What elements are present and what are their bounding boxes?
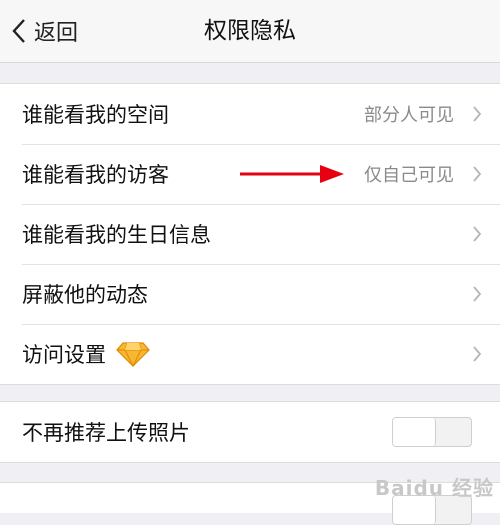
row-value: 部分人可见	[364, 105, 454, 126]
row-value: 仅自己可见	[364, 165, 454, 186]
row-label-text: 访问设置	[22, 343, 106, 367]
row-label: 屏蔽他的动态	[22, 283, 148, 307]
page-title: 权限隐私	[204, 18, 296, 44]
chevron-right-icon	[473, 286, 482, 302]
row-block-feed[interactable]: 屏蔽他的动态	[0, 264, 500, 324]
row-space-visibility[interactable]: 谁能看我的空间 部分人可见	[0, 84, 500, 144]
row-no-upload-recommend[interactable]: 不再推荐上传照片	[0, 402, 500, 462]
chevron-right-icon	[473, 226, 482, 242]
chevron-right-icon	[473, 346, 482, 362]
row-label: 谁能看我的空间	[22, 103, 169, 127]
nav-bar: 返回 权限隐私	[0, 0, 500, 63]
row-label: 谁能看我的生日信息	[22, 223, 211, 247]
chevron-right-icon	[473, 166, 482, 182]
toggle-switch[interactable]	[392, 417, 472, 447]
diamond-icon	[116, 342, 150, 367]
photo-settings-group: 不再推荐上传照片	[0, 401, 500, 463]
row-label: 不再推荐上传照片	[22, 421, 190, 445]
red-arrow-annotation	[240, 165, 344, 183]
privacy-settings-group: 谁能看我的空间 部分人可见 谁能看我的访客 仅自己可见 谁能看我的生日信息 屏蔽…	[0, 83, 500, 385]
watermark: Baidu 经验	[374, 476, 494, 500]
chevron-right-icon	[473, 106, 482, 122]
row-label: 谁能看我的访客	[22, 163, 169, 187]
row-birthday-visibility[interactable]: 谁能看我的生日信息	[0, 204, 500, 264]
row-access-settings[interactable]: 访问设置	[0, 324, 500, 384]
row-label: 访问设置	[22, 339, 150, 369]
toggle-knob	[393, 418, 436, 446]
